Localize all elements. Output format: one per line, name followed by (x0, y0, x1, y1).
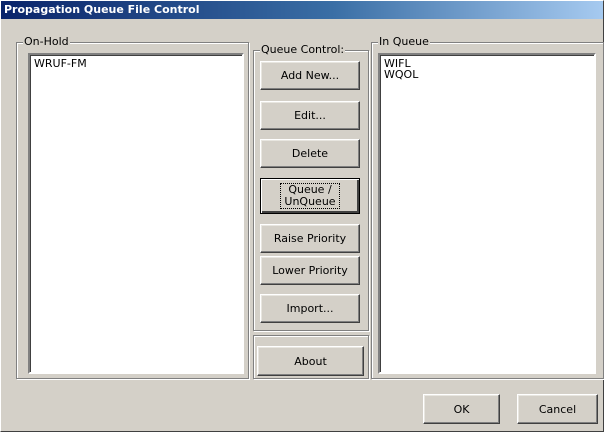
add-new-label: Add New... (280, 69, 340, 82)
about-button[interactable]: About (257, 346, 364, 376)
ok-button[interactable]: OK (423, 394, 500, 424)
queue-control-label: Queue Control: (260, 43, 346, 57)
on-hold-label: On-Hold (23, 35, 70, 49)
focus-rect: Queue / UnQueue (280, 183, 340, 209)
delete-label: Delete (291, 147, 329, 160)
lower-priority-label: Lower Priority (272, 264, 348, 277)
queue-label-line2: UnQueue (284, 195, 336, 208)
edit-button[interactable]: Edit... (260, 101, 360, 130)
ok-label: OK (453, 402, 470, 416)
list-item[interactable]: WRUF-FM (34, 58, 238, 69)
list-item[interactable]: WQOL (384, 69, 590, 80)
add-new-button[interactable]: Add New... (260, 61, 360, 90)
import-button[interactable]: Import... (260, 294, 360, 323)
in-queue-listbox[interactable]: WIFL WQOL (378, 53, 596, 374)
on-hold-listbox[interactable]: WRUF-FM (28, 53, 244, 374)
cancel-label: Cancel (538, 402, 577, 416)
about-label: About (294, 354, 327, 368)
dialog-window: Propagation Queue File Control On-Hold W… (0, 0, 604, 432)
lower-priority-button[interactable]: Lower Priority (260, 256, 360, 285)
import-label: Import... (286, 302, 334, 315)
raise-priority-label: Raise Priority (273, 232, 347, 245)
queue-unqueue-button[interactable]: Queue / UnQueue (260, 178, 360, 214)
in-queue-label: In Queue (378, 35, 430, 49)
raise-priority-button[interactable]: Raise Priority (260, 224, 360, 253)
cancel-button[interactable]: Cancel (517, 394, 598, 424)
title-bar[interactable]: Propagation Queue File Control (1, 1, 603, 19)
edit-label: Edit... (294, 109, 326, 122)
window-title: Propagation Queue File Control (4, 3, 200, 16)
delete-button[interactable]: Delete (260, 139, 360, 168)
